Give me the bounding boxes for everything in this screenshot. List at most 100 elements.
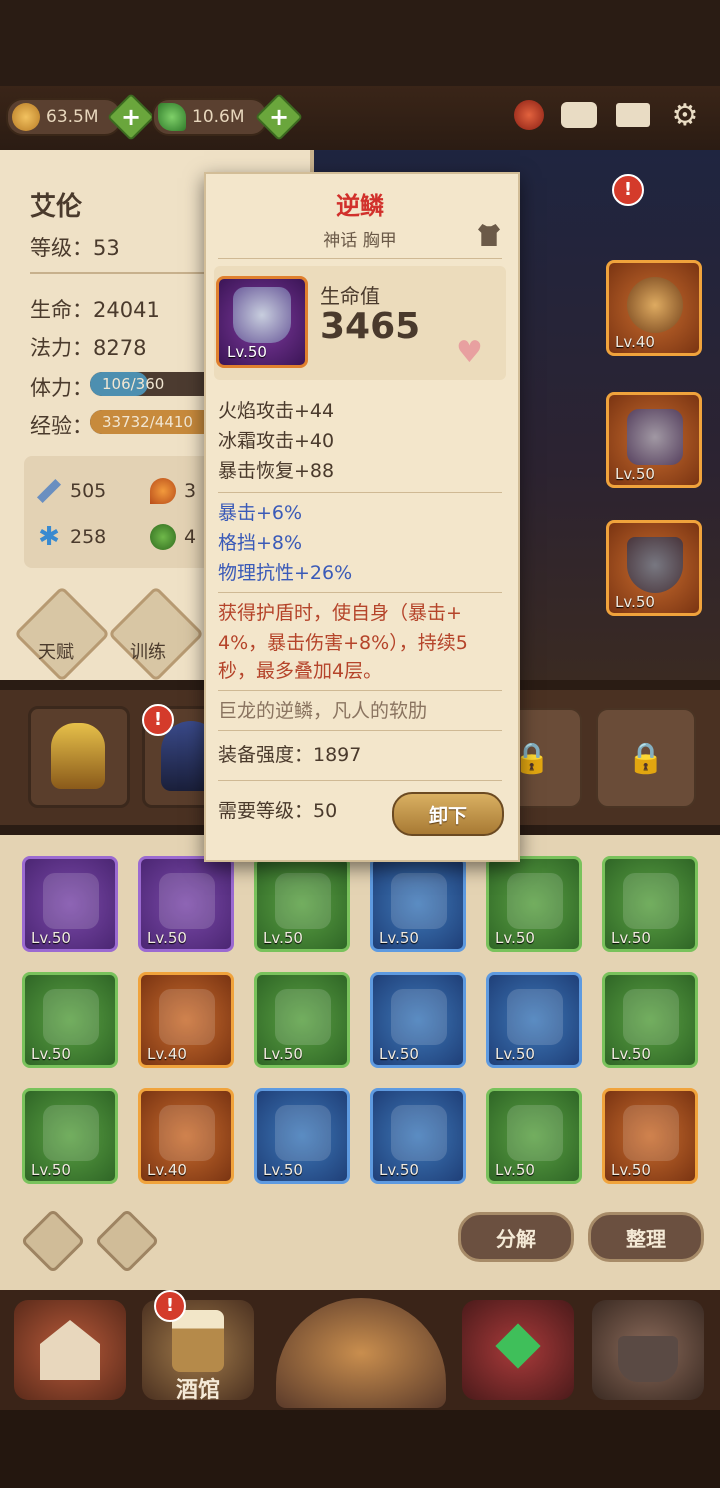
- item-art-icon: [275, 1105, 331, 1161]
- ice-attr: ✱ 258: [36, 524, 106, 550]
- emerald-icon: [495, 1323, 541, 1369]
- gear-icon[interactable]: ⚙: [664, 96, 706, 134]
- inventory-item[interactable]: Lv.50: [486, 972, 582, 1068]
- mail-icon[interactable]: [612, 96, 654, 134]
- item-art-icon: [43, 873, 99, 929]
- tooltip-divider: [218, 780, 502, 781]
- chat-icon[interactable]: [558, 96, 600, 134]
- tooltip-divider: [218, 730, 502, 731]
- required-level: 需要等级：50: [218, 800, 338, 822]
- gold-coin-icon: [12, 103, 40, 131]
- item-level: Lv.50: [615, 465, 655, 483]
- inventory-item[interactable]: Lv.50: [22, 972, 118, 1068]
- inventory-item[interactable]: Lv.50: [486, 1088, 582, 1184]
- item-art-icon: [43, 989, 99, 1045]
- inventory-item[interactable]: Lv.50: [370, 1088, 466, 1184]
- item-art-icon: [159, 989, 215, 1045]
- item-level: Lv.50: [263, 1161, 303, 1179]
- item-level: Lv.50: [31, 929, 71, 947]
- nature-value: 4: [184, 526, 197, 548]
- attack-value: 505: [70, 480, 107, 502]
- item-subtitle: 神话 胸甲: [323, 231, 397, 251]
- equipment-power: 装备强度：1897: [218, 744, 362, 766]
- inventory-item[interactable]: Lv.50: [138, 856, 234, 952]
- inventory-item[interactable]: Lv.50: [254, 856, 350, 952]
- leaf-icon: [150, 524, 176, 550]
- equipped-chest-slot[interactable]: Lv.50: [606, 392, 702, 488]
- heart-icon: ♥: [456, 335, 483, 370]
- bottom-bar: [0, 1410, 720, 1488]
- bonus-stat: 冰霜攻击+40: [218, 430, 335, 452]
- item-level: Lv.50: [31, 1161, 71, 1179]
- lock-icon: 🔒: [627, 740, 665, 776]
- stamina-label: 体力：: [30, 376, 93, 400]
- item-art-icon: [507, 1105, 563, 1161]
- inventory-item[interactable]: Lv.50: [370, 972, 466, 1068]
- chat-bubble: [561, 102, 597, 128]
- item-level: Lv.50: [31, 1045, 71, 1063]
- inventory-item[interactable]: Lv.50: [486, 856, 582, 952]
- item-art-icon: [623, 873, 679, 929]
- fire-value: 3: [184, 480, 197, 502]
- hero-mp: 法力：8278: [30, 336, 147, 360]
- potion-icon[interactable]: [508, 96, 550, 134]
- inventory-item[interactable]: Lv.50: [370, 856, 466, 952]
- item-level: Lv.40: [615, 333, 655, 351]
- unequip-button[interactable]: 卸下: [392, 792, 504, 836]
- equipped-ring-slot[interactable]: Lv.40: [606, 260, 702, 356]
- item-level: Lv.50: [227, 343, 267, 361]
- tooltip-divider: [218, 258, 502, 259]
- exp-label: 经验：: [30, 414, 93, 438]
- knight-helmet-icon: [51, 723, 105, 789]
- item-level: Lv.50: [263, 929, 303, 947]
- inventory-item[interactable]: Lv.50: [254, 1088, 350, 1184]
- snowflake-icon: ✱: [38, 522, 60, 552]
- shield-icon: [627, 537, 683, 593]
- inventory-item[interactable]: Lv.50: [22, 1088, 118, 1184]
- item-level: Lv.50: [495, 1045, 535, 1063]
- nav-forge-button[interactable]: [592, 1300, 704, 1400]
- stamina-value: 106/360: [102, 375, 165, 393]
- inventory-item[interactable]: Lv.50: [602, 856, 698, 952]
- item-level: Lv.50: [495, 1161, 535, 1179]
- item-icon: Lv.50: [216, 276, 308, 368]
- item-art-icon: [275, 873, 331, 929]
- attack-attr: 505: [36, 478, 106, 504]
- effect-line: 获得护盾时，使自身（暴击+: [218, 602, 462, 624]
- hero-name: 艾伦: [30, 192, 83, 222]
- equipped-shield-slot[interactable]: Lv.50: [606, 520, 702, 616]
- alert-badge-icon: !: [154, 1290, 186, 1322]
- exp-value: 33732/4410: [102, 413, 193, 431]
- inventory-item[interactable]: Lv.50: [22, 856, 118, 952]
- inventory-item[interactable]: Lv.40: [138, 972, 234, 1068]
- item-level: Lv.50: [611, 1161, 651, 1179]
- house-icon: [40, 1320, 100, 1380]
- talent-tab-label: 天赋: [38, 642, 74, 663]
- item-art-icon: [507, 989, 563, 1045]
- nav-crown-button[interactable]: [462, 1300, 574, 1400]
- ring-icon: [627, 277, 683, 333]
- effect-line: 4%，暴击伤害+8%），持续5: [218, 632, 468, 654]
- nav-home-button[interactable]: [14, 1300, 126, 1400]
- gold-display: 63.5M: [6, 98, 122, 136]
- item-level: Lv.50: [615, 593, 655, 611]
- inventory-item[interactable]: Lv.40: [138, 1088, 234, 1184]
- item-art-icon: [43, 1105, 99, 1161]
- main-stat-label: 生命值: [320, 284, 380, 308]
- item-level: Lv.50: [379, 929, 419, 947]
- item-art-icon: [159, 873, 215, 929]
- inventory-item[interactable]: Lv.50: [254, 972, 350, 1068]
- sword-icon: [36, 478, 62, 504]
- hero-portrait-1[interactable]: [28, 706, 130, 808]
- inventory-item[interactable]: Lv.50: [602, 972, 698, 1068]
- decompose-button[interactable]: 分解: [458, 1212, 574, 1262]
- inventory-item[interactable]: Lv.50: [602, 1088, 698, 1184]
- flavor-text: 巨龙的逆鳞，凡人的软肋: [218, 700, 428, 722]
- chest-armor-icon: [627, 409, 683, 465]
- alert-badge-icon: !: [612, 174, 644, 206]
- hero-level: 等级：53: [30, 236, 120, 260]
- item-level: Lv.50: [263, 1045, 303, 1063]
- special-stat: 暴击+6%: [218, 502, 303, 524]
- sort-button[interactable]: 整理: [588, 1212, 704, 1262]
- item-art-icon: [391, 989, 447, 1045]
